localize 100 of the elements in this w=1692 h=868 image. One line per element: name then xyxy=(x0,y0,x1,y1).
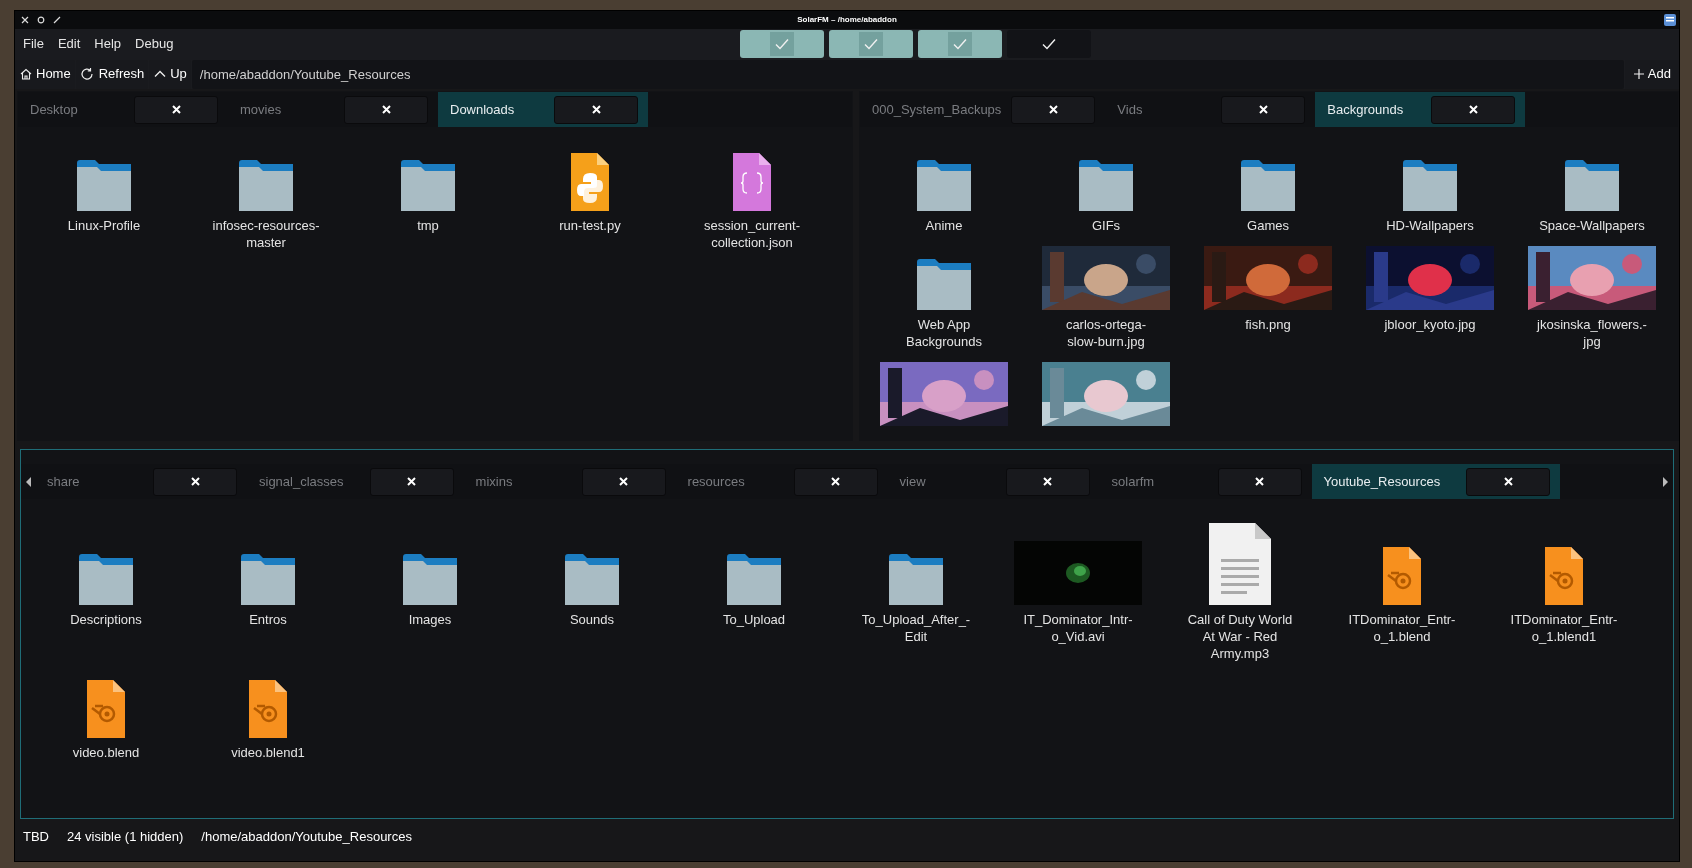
tab[interactable]: Youtube_Resources xyxy=(1311,464,1561,499)
tab[interactable]: solarfm xyxy=(1099,464,1312,499)
tab-close-button[interactable] xyxy=(554,95,638,124)
folder-icon xyxy=(889,553,943,605)
tab-close-button[interactable] xyxy=(1431,95,1516,124)
file-name: GIFs xyxy=(1091,217,1121,234)
close-icon xyxy=(407,477,417,486)
close-icon xyxy=(1048,105,1058,114)
tab-close-button[interactable] xyxy=(1005,467,1090,496)
tab[interactable]: resources xyxy=(675,464,888,499)
file-name: Linux-Profile xyxy=(67,217,141,234)
tab-close-button[interactable] xyxy=(369,467,454,496)
file-name: Space-Wallpapers xyxy=(1539,217,1645,234)
close-icon xyxy=(171,105,181,114)
tab[interactable]: 000_System_Backups xyxy=(860,92,1106,127)
tab-close-button[interactable] xyxy=(793,467,878,496)
menu-item[interactable]: Help xyxy=(94,34,122,54)
file-name: video.blend xyxy=(72,744,140,761)
close-icon xyxy=(1255,477,1265,486)
file-name: Call of Duty World At War - Red Army.mp3 xyxy=(1187,611,1293,662)
tab[interactable]: signal_classes xyxy=(247,464,464,499)
plus-icon xyxy=(1632,68,1645,80)
tab[interactable]: Backgrounds xyxy=(1315,92,1526,127)
document-icon xyxy=(1207,523,1273,605)
checkmark-icon xyxy=(770,32,794,56)
scroll-right-icon xyxy=(1663,476,1669,487)
app-icon xyxy=(1663,13,1677,27)
folder-icon xyxy=(727,553,781,605)
home-icon xyxy=(19,67,33,81)
close-icon xyxy=(1503,477,1513,486)
tab[interactable]: share xyxy=(35,464,247,499)
folder-icon xyxy=(1565,159,1619,211)
file-name: Entros xyxy=(249,611,287,628)
file-name: jkosinska_flowers.- jpg xyxy=(1537,316,1647,350)
folder-icon xyxy=(1241,159,1295,211)
file-name: To_Upload_After_- Edit xyxy=(861,611,971,645)
toggle-button[interactable] xyxy=(829,30,913,58)
folder-icon xyxy=(1079,159,1133,211)
menu-item[interactable]: Edit xyxy=(57,34,81,54)
status-text: /home/abaddon/Youtube_Resources xyxy=(201,828,412,846)
folder-icon xyxy=(239,159,293,211)
tab[interactable]: Downloads xyxy=(438,92,648,127)
tab-close-button[interactable] xyxy=(344,95,428,124)
close-icon xyxy=(1468,105,1478,114)
menu-item[interactable]: File xyxy=(23,34,44,54)
file-name: tmp xyxy=(417,217,439,234)
tab-close-button[interactable] xyxy=(134,95,218,124)
file-name: Images xyxy=(408,611,452,628)
file-name: Descriptions xyxy=(70,611,142,628)
tab[interactable]: Desktop xyxy=(18,92,228,127)
path-field[interactable]: /home/abaddon/Youtube_Resources xyxy=(191,59,1624,89)
file-name: fish.png xyxy=(1245,316,1291,333)
close-icon xyxy=(831,477,841,486)
file-name: IT_Dominator_Intr- o_Vid.avi xyxy=(1023,611,1133,645)
status-text: 24 visible (1 hidden) xyxy=(67,828,184,846)
tab-close-button[interactable] xyxy=(581,467,666,496)
toggle-button[interactable] xyxy=(918,30,1002,58)
refresh-icon xyxy=(79,67,96,81)
tab-close-button[interactable] xyxy=(1466,467,1551,496)
scroll-left-icon xyxy=(25,476,31,487)
file-name: Games xyxy=(1247,217,1289,234)
circle-icon xyxy=(37,16,45,24)
close-icon xyxy=(381,105,391,114)
file-name: run-test.py xyxy=(559,217,621,234)
file-name: ITDominator_Entr- o_1.blend xyxy=(1348,611,1456,645)
file-name: video.blend1 xyxy=(231,744,305,761)
status-text: TBD xyxy=(23,828,49,846)
folder-icon xyxy=(917,159,971,211)
tab-close-button[interactable] xyxy=(1011,95,1096,124)
folder-icon xyxy=(241,553,295,605)
file-name: Sounds xyxy=(569,611,615,628)
close-icon xyxy=(190,477,200,486)
file-name: ITDominator_Entr- o_1.blend1 xyxy=(1510,611,1618,645)
folder-icon xyxy=(565,553,619,605)
tab[interactable]: movies xyxy=(228,92,438,127)
folder-icon xyxy=(917,258,971,310)
folder-icon xyxy=(79,553,133,605)
folder-icon xyxy=(1403,159,1457,211)
toggle-button[interactable] xyxy=(1007,30,1091,58)
tab-close-button[interactable] xyxy=(1217,467,1302,496)
file-name: HD-Wallpapers xyxy=(1386,217,1474,234)
file-name: Web App Backgrounds xyxy=(906,316,982,350)
tab-close-button[interactable] xyxy=(1221,95,1306,124)
file-name: jbloor_kyoto.jpg xyxy=(1384,316,1476,333)
file-name: session_current- collection.json xyxy=(703,217,801,251)
file-name: To_Upload xyxy=(722,611,786,628)
tab-close-button[interactable] xyxy=(153,467,237,496)
folder-icon xyxy=(403,553,457,605)
window-title: SolarFM – /home/abaddon xyxy=(797,15,897,24)
checkmark-icon xyxy=(859,32,883,56)
menu-item[interactable]: Debug xyxy=(135,34,174,54)
file-name: carlos-ortega- slow-burn.jpg xyxy=(1065,316,1147,350)
tab[interactable]: view xyxy=(887,464,1100,499)
close-icon xyxy=(1043,477,1053,486)
tab[interactable]: Vids xyxy=(1105,92,1316,127)
folder-icon xyxy=(77,159,131,211)
file-name: Anime xyxy=(925,217,963,234)
close-icon xyxy=(591,105,601,114)
toggle-button[interactable] xyxy=(740,30,824,58)
tab[interactable]: mixins xyxy=(463,464,676,499)
